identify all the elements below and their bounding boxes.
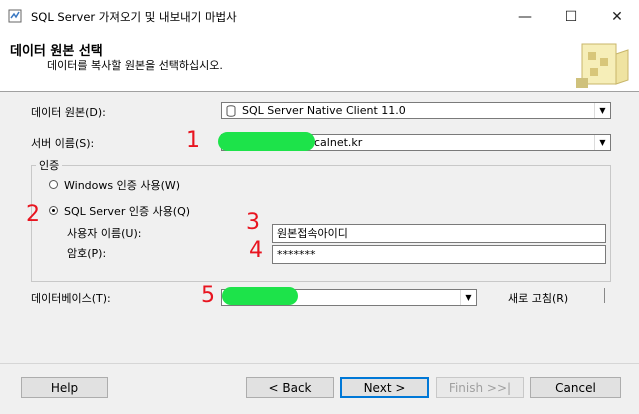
minimize-icon: — [518, 8, 532, 25]
maximize-button[interactable]: ☐ [548, 0, 594, 33]
chevron-down-icon[interactable]: ▼ [460, 290, 476, 305]
data-source-value: SQL Server Native Client 11.0 [242, 104, 406, 117]
cancel-button[interactable]: Cancel [530, 377, 621, 398]
username-input[interactable]: 원본접속아이디 [272, 224, 606, 243]
close-icon: ✕ [611, 8, 623, 25]
annotation-mark-1: 1 [186, 128, 200, 153]
maximize-icon: ☐ [564, 8, 578, 25]
sql-auth-label[interactable]: SQL Server 인증 사용(Q) [64, 203, 190, 219]
annotation-mark-2: 2 [26, 202, 40, 227]
back-button[interactable]: < Back [246, 377, 334, 398]
database-label: 데이터베이스(T): [31, 292, 111, 305]
windows-auth-label[interactable]: Windows 인증 사용(W) [64, 177, 180, 193]
database-icon [226, 105, 236, 117]
chevron-down-icon[interactable]: ▼ [594, 103, 610, 118]
data-source-dropdown[interactable]: SQL Server Native Client 11.0 ▼ [221, 102, 611, 119]
server-name-label: 서버 이름(S): [31, 137, 95, 150]
wizard-illustration-icon [576, 43, 629, 88]
password-label: 암호(P): [67, 247, 107, 260]
redaction-highlight [222, 287, 298, 305]
username-label: 사용자 이름(U): [67, 227, 142, 240]
annotation-mark-3: 3 [246, 210, 260, 235]
finish-button[interactable]: Finish >>| [436, 377, 524, 398]
close-button[interactable]: ✕ [594, 0, 639, 33]
refresh-divider [604, 288, 605, 303]
data-source-label: 데이터 원본(D): [31, 106, 106, 119]
sql-auth-radio[interactable] [49, 206, 58, 215]
auth-group-label: 인증 [36, 157, 63, 173]
next-button[interactable]: Next > [340, 377, 429, 398]
help-button[interactable]: Help [21, 377, 108, 398]
footer-separator [0, 363, 639, 364]
annotation-mark-4: 4 [249, 238, 263, 263]
page-subtitle: 데이터를 복사할 원본을 선택하십시오. [47, 59, 223, 72]
windows-auth-radio[interactable] [49, 180, 58, 189]
redaction-highlight [218, 132, 315, 151]
password-input[interactable]: ******* [272, 245, 606, 264]
annotation-mark-5: 5 [201, 283, 215, 308]
window-title: SQL Server 가져오기 및 내보내기 마법사 [31, 10, 237, 24]
sql-server-app-icon [8, 9, 22, 23]
minimize-button[interactable]: — [502, 0, 548, 33]
refresh-button[interactable]: 새로 고침(R) [508, 290, 568, 306]
chevron-down-icon[interactable]: ▼ [594, 135, 610, 150]
server-name-value: calnet.kr [314, 136, 363, 149]
